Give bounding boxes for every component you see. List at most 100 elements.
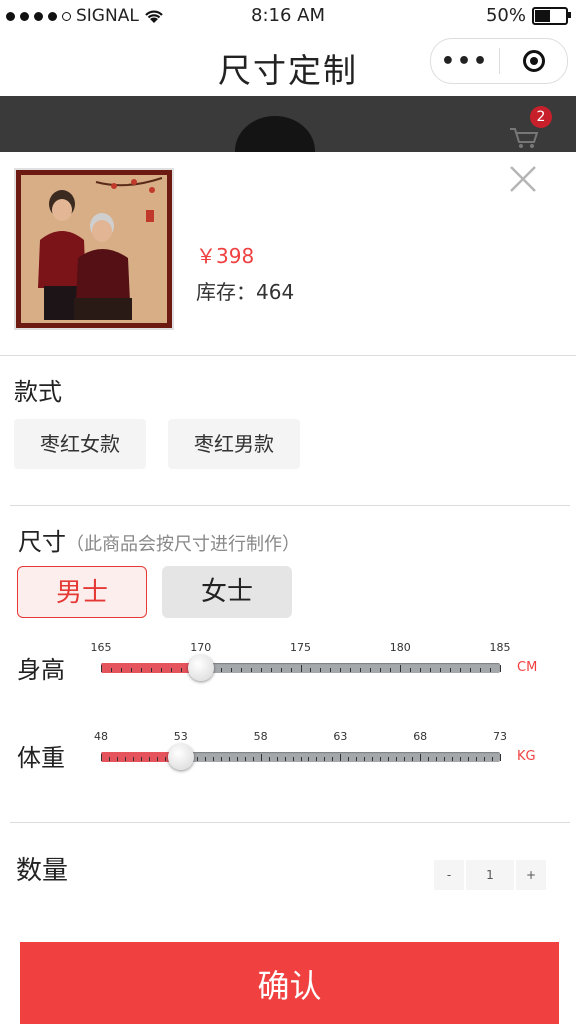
slider-tick [108, 757, 110, 761]
slider-tick [364, 757, 366, 761]
slider-tick-label: 175 [290, 641, 311, 654]
slider-tick [480, 668, 482, 672]
slider-tick [388, 757, 390, 761]
slider-tick [270, 668, 272, 672]
slider-tick [310, 668, 312, 672]
slider-tick [290, 668, 292, 672]
slider-tick [452, 757, 454, 761]
battery-icon [532, 6, 571, 25]
slider-tick [440, 668, 442, 672]
weight-unit: KG [517, 749, 536, 764]
slider-tick-label: 58 [253, 730, 268, 743]
slider-tick [204, 757, 206, 761]
slider-tick [124, 757, 126, 761]
cart-icon[interactable] [508, 126, 542, 150]
quantity-decrease-button[interactable]: - [434, 860, 464, 890]
divider [10, 822, 570, 823]
quantity-label: 数量 [16, 856, 69, 886]
slider-tick [390, 668, 392, 672]
mini-program-capsule: ••• [430, 38, 568, 84]
slider-tick [460, 668, 462, 672]
style-option-female[interactable]: 枣红女款 [14, 419, 146, 469]
slider-tick-label: 53 [173, 730, 188, 743]
more-menu-button[interactable]: ••• [431, 49, 499, 74]
slider-tick [156, 757, 158, 761]
slider-tick [340, 668, 342, 672]
slider-tick [420, 754, 422, 761]
status-bar: SIGNAL 8:16 AM 50% [0, 0, 576, 32]
slider-tick [116, 757, 118, 761]
style-section-title: 款式 [14, 378, 62, 406]
slider-tick [284, 757, 286, 761]
slider-tick [500, 754, 501, 761]
slider-tick [490, 668, 492, 672]
gender-female-button[interactable]: 女士 [162, 566, 292, 618]
divider [10, 505, 570, 506]
slider-tick [380, 668, 382, 672]
slider-tick [308, 757, 310, 761]
size-title-text: 尺寸 [18, 528, 66, 556]
slider-tick [340, 754, 342, 761]
slider-tick [260, 668, 262, 672]
slider-tick [324, 757, 326, 761]
slider-thumb[interactable] [167, 744, 194, 770]
slider-tick [470, 668, 472, 672]
slider-tick [380, 757, 382, 761]
slider-tick [332, 757, 334, 761]
slider-tick [372, 757, 374, 761]
style-option-male[interactable]: 枣红男款 [168, 419, 300, 469]
slider-tick [220, 757, 222, 761]
slider-tick [436, 757, 438, 761]
slider-tick [228, 757, 230, 761]
slider-tick [132, 757, 134, 761]
slider-tick [220, 668, 222, 672]
slider-tick [348, 757, 350, 761]
slider-tick [428, 757, 430, 761]
slider-tick-label: 63 [333, 730, 348, 743]
slider-tick [250, 668, 252, 672]
product-price: ￥398 [196, 244, 255, 268]
slider-tick [230, 668, 232, 672]
slider-tick [260, 754, 262, 761]
gender-male-button[interactable]: 男士 [17, 566, 147, 618]
product-image [14, 168, 174, 330]
slider-tick [276, 757, 278, 761]
size-section-title: 尺寸（此商品会按尺寸进行制作） [18, 522, 300, 557]
height-label: 身高 [17, 656, 65, 684]
slider-tick [360, 668, 362, 672]
quantity-increase-button[interactable]: + [516, 860, 546, 890]
slider-tick-label: 165 [90, 641, 112, 654]
close-icon[interactable] [508, 164, 538, 194]
slider-tick [476, 757, 478, 761]
slider-tick [492, 757, 494, 761]
slider-tick [420, 668, 422, 672]
slider-tick [484, 757, 486, 761]
slider-tick [196, 757, 198, 761]
slider-tick [236, 757, 238, 761]
size-hint: （此商品会按尺寸进行制作） [66, 534, 300, 555]
slider-track[interactable] [101, 752, 501, 762]
close-program-button[interactable] [500, 50, 567, 72]
slider-tick [180, 668, 182, 672]
slider-tick-label: 185 [489, 641, 511, 654]
slider-tick [316, 757, 318, 761]
height-unit: CM [517, 660, 538, 675]
confirm-button[interactable]: 确认 [20, 942, 559, 1024]
slider-tick [110, 668, 112, 672]
slider-tick [292, 757, 294, 761]
background-page: 2 [0, 96, 576, 156]
slider-tick [101, 754, 102, 761]
slider-tick [170, 668, 172, 672]
slider-tick-label: 48 [94, 730, 108, 743]
slider-tick [160, 668, 162, 672]
size-customization-sheet: ￥398 库存：464 款式 枣红女款 枣红男款 尺寸（此商品会按尺寸进行制作）… [0, 152, 576, 1024]
slider-thumb[interactable] [187, 655, 214, 681]
slider-tick [120, 668, 122, 672]
slider-track[interactable] [101, 663, 501, 673]
slider-tick [148, 757, 150, 761]
weight-label: 体重 [17, 744, 65, 772]
slider-tick-label: 73 [493, 730, 507, 743]
slider-tick [140, 757, 142, 761]
quantity-input[interactable]: 1 [466, 860, 514, 890]
slider-tick [444, 757, 446, 761]
